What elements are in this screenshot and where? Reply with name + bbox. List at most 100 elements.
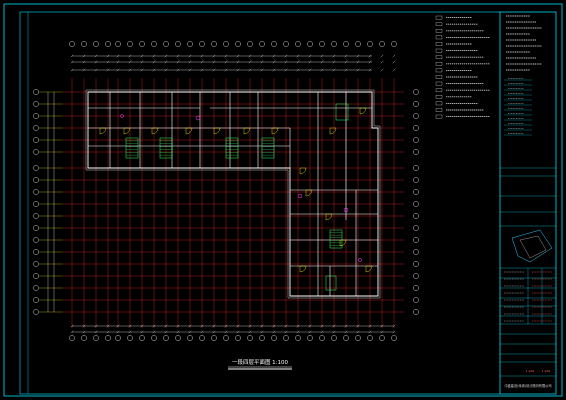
axis-bubble-right [413,225,419,231]
note-bullet [435,35,443,40]
axis-bubble-top [69,41,75,47]
door-swing [299,167,307,175]
dimension-tick [380,54,384,58]
axis-bubble-right [413,297,419,303]
axis-bubble-top [391,41,397,47]
axis-bubble-bottom [139,335,145,341]
door-swing [123,127,131,135]
axis-bubble-bottom [151,335,157,341]
note-bullet [435,55,443,59]
note-bullet [435,95,443,99]
dimension-tick [380,60,384,64]
note-bullet [435,42,443,46]
door-swing [329,127,337,135]
axis-bubble-bottom [163,335,169,341]
axis-bubble-right [413,101,419,107]
dimension-tick [392,54,396,58]
note-bullet [435,48,443,53]
axis-bubble-top [163,41,169,47]
cad-drawing-sheet: 一段四层平面图 1:100 1:100 1:100 中鑫建设(深圳)设计顾问有限… [0,0,566,400]
axis-bubble-top [355,41,361,47]
axis-bubble-left [33,273,39,279]
axis-bubble-right [413,261,419,267]
axis-bubble-bottom [81,335,87,341]
door-swing [243,127,251,135]
axis-bubble-right [413,165,419,171]
axis-bubble-bottom [379,335,385,341]
dimension-tick [392,60,396,64]
axis-bubble-top [151,41,157,47]
axis-bubble-bottom [187,335,193,341]
axis-bubble-bottom [211,335,217,341]
axis-bubble-left [33,309,39,315]
axis-bubble-bottom [271,335,277,341]
axis-bubble-bottom [319,335,325,341]
axis-bubble-top [187,41,193,47]
notes-panel [435,15,542,136]
accent-fixtures [120,114,362,262]
axis-bubble-top [81,41,87,47]
axis-bubble-bottom [199,335,205,341]
axis-bubble-bottom [307,335,313,341]
door-swing [365,265,373,273]
axis-bubble-right [413,213,419,219]
note-bullet [435,29,443,33]
note-bullet [435,101,443,106]
axis-bubble-top [283,41,289,47]
axis-bubble-top [211,41,217,47]
axis-bubble-bottom [259,335,265,341]
axis-bubble-top [199,41,205,47]
axis-bubble-top [379,41,385,47]
interior-walls [88,92,378,296]
door-swing [151,127,159,135]
axis-bubble-right [413,249,419,255]
axis-bubble-right [413,125,419,131]
axis-bubble-bottom [367,335,373,341]
axis-bubble-right [413,137,419,143]
axis-bubble-left [33,137,39,143]
title-block: 1:100 1:100 中鑫建设(深圳)设计顾问有限公司 [499,11,557,395]
axis-bubble-top [331,41,337,47]
axis-bubble-top [307,41,313,47]
axis-bubble-top [271,41,277,47]
axis-bubble-right [413,89,419,95]
axis-bubble-top [115,41,121,47]
note-bullet [435,88,443,92]
axis-bubble-right [413,189,419,195]
axis-bubble-left [33,297,39,303]
door-swing [299,265,307,273]
sheet-outer-border [3,3,563,397]
axis-bubble-bottom [93,335,99,341]
revision-mark-2: 1:100 [542,369,551,373]
axis-bubble-right [413,273,419,279]
axis-bubble-bottom [283,335,289,341]
axis-bubble-left [33,237,39,243]
note-bullet [435,15,443,20]
door-swing [325,213,333,221]
axis-bubble-left [33,149,39,155]
note-bullet [435,22,443,26]
structural-gridlines [62,78,404,328]
door-swing [271,127,279,135]
door-swing [213,127,221,135]
title-block-rows [500,167,556,377]
axis-bubble-left [33,285,39,291]
axis-bubble-top [235,41,241,47]
axis-bubble-right [413,177,419,183]
note-bullet [435,68,443,73]
axis-bubble-right [413,149,419,155]
axis-bubble-bottom [391,335,397,341]
axis-bubble-bottom [247,335,253,341]
axis-bubble-bottom [331,335,337,341]
axis-bubble-left [33,177,39,183]
door-swing [185,127,193,135]
axis-bubble-left [33,89,39,95]
floor-plan-canvas: 一段四层平面图 1:100 1:100 1:100 中鑫建设(深圳)设计顾问有限… [3,3,563,397]
axis-bubble-top [223,41,229,47]
axis-bubble-right [413,201,419,207]
axis-bubble-bottom [127,335,133,341]
note-bullet [435,81,443,86]
dimension-tick [392,68,396,72]
axis-bubble-right [413,309,419,315]
axis-bubble-bottom [69,335,75,341]
